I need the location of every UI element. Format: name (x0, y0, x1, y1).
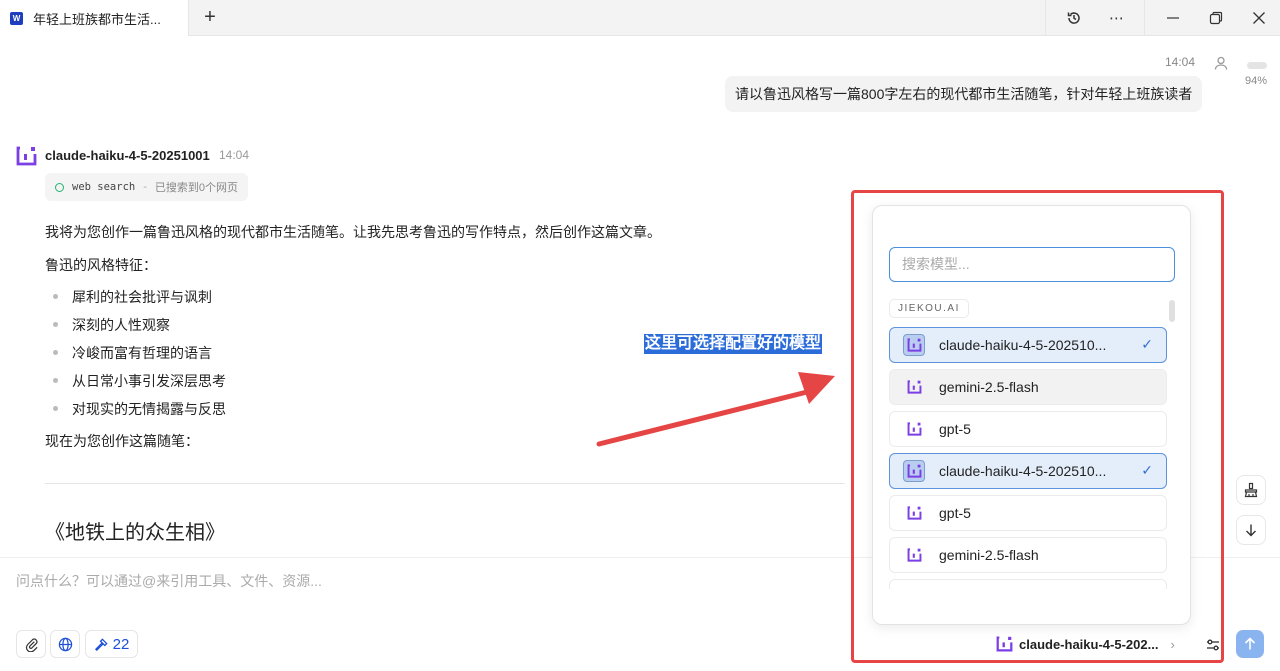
tab-bar: W 年轻上班族都市生活... + ⋯ (0, 0, 1280, 36)
tools-button[interactable]: 22 (85, 630, 138, 658)
zoom-indicator[interactable] (1247, 62, 1267, 69)
ai-message-time: 14:04 (219, 148, 250, 162)
list-item: 冷峻而富有哲理的语言 (53, 343, 212, 363)
chat-input[interactable]: 问点什么？可以通过@来引用工具、文件、资源... (16, 571, 322, 591)
user-message-bubble: 请以鲁迅风格写一篇800字左右的现代都市生活随笔，针对年轻上班族读者 (725, 76, 1203, 112)
model-logo-icon (16, 146, 37, 166)
attach-button[interactable] (16, 630, 46, 658)
send-button[interactable] (1236, 630, 1264, 658)
window-controls: ⋯ (1039, 0, 1280, 36)
user-avatar-icon (1212, 54, 1230, 72)
paperclip-icon (25, 637, 38, 652)
tool-separator: - (143, 181, 147, 193)
tools-count: 22 (112, 635, 130, 653)
list-item: 对现实的无情揭露与反思 (53, 399, 226, 419)
scroll-down-button[interactable] (1236, 515, 1266, 545)
arrow-up-icon (1244, 637, 1256, 650)
zoom-level: 94% (1245, 75, 1268, 87)
article-title: 《地铁上的众生相》 (45, 522, 225, 544)
minimize-button[interactable] (1151, 0, 1194, 36)
bullet (53, 350, 58, 355)
bullet (53, 378, 58, 383)
active-tab[interactable]: W 年轻上班族都市生活... (0, 0, 189, 36)
highlight-box (851, 190, 1224, 663)
history-icon[interactable] (1052, 0, 1095, 36)
tool-status: 已搜索到0个网页 (154, 182, 239, 194)
restore-button[interactable] (1194, 0, 1237, 36)
user-message-time: 14:04 (1165, 55, 1196, 69)
bullet (53, 406, 58, 411)
more-options-button[interactable]: ⋯ (1095, 0, 1138, 36)
divider (1045, 0, 1046, 36)
new-tab-button[interactable]: + (198, 6, 222, 30)
ai-model-name: claude-haiku-4-5-20251001 (45, 148, 210, 163)
list-item: 深刻的人性观察 (53, 315, 170, 335)
app-favicon-icon: W (10, 11, 23, 25)
style-heading: 鲁迅的风格特征： (45, 257, 157, 273)
status-dot-icon (55, 182, 64, 192)
tool-call-chip[interactable]: web search - 已搜索到0个网页 (45, 173, 249, 201)
tab-title: 年轻上班族都市生活... (33, 11, 161, 27)
divider (45, 483, 845, 484)
bullet (53, 294, 58, 299)
annotation-arrow (596, 372, 835, 447)
clean-button[interactable] (1236, 475, 1266, 505)
list-item: 从日常小事引发深层思考 (53, 371, 226, 391)
divider (1144, 0, 1145, 36)
intro-paragraph: 我将为您创作一篇鲁迅风格的现代都市生活随笔。让我先思考鲁迅的写作特点，然后创作这… (45, 224, 661, 240)
annotation-label: 这里可选择配置好的模型 (644, 334, 823, 354)
bullet (53, 322, 58, 327)
globe-icon (58, 637, 72, 651)
lead-paragraph: 现在为您创作这篇随笔： (45, 433, 199, 449)
hammer-icon (94, 637, 108, 651)
close-button[interactable] (1237, 0, 1280, 36)
web-search-button[interactable] (50, 630, 80, 658)
tool-name: web search (72, 181, 136, 193)
list-item: 犀利的社会批评与讽刺 (53, 287, 212, 307)
